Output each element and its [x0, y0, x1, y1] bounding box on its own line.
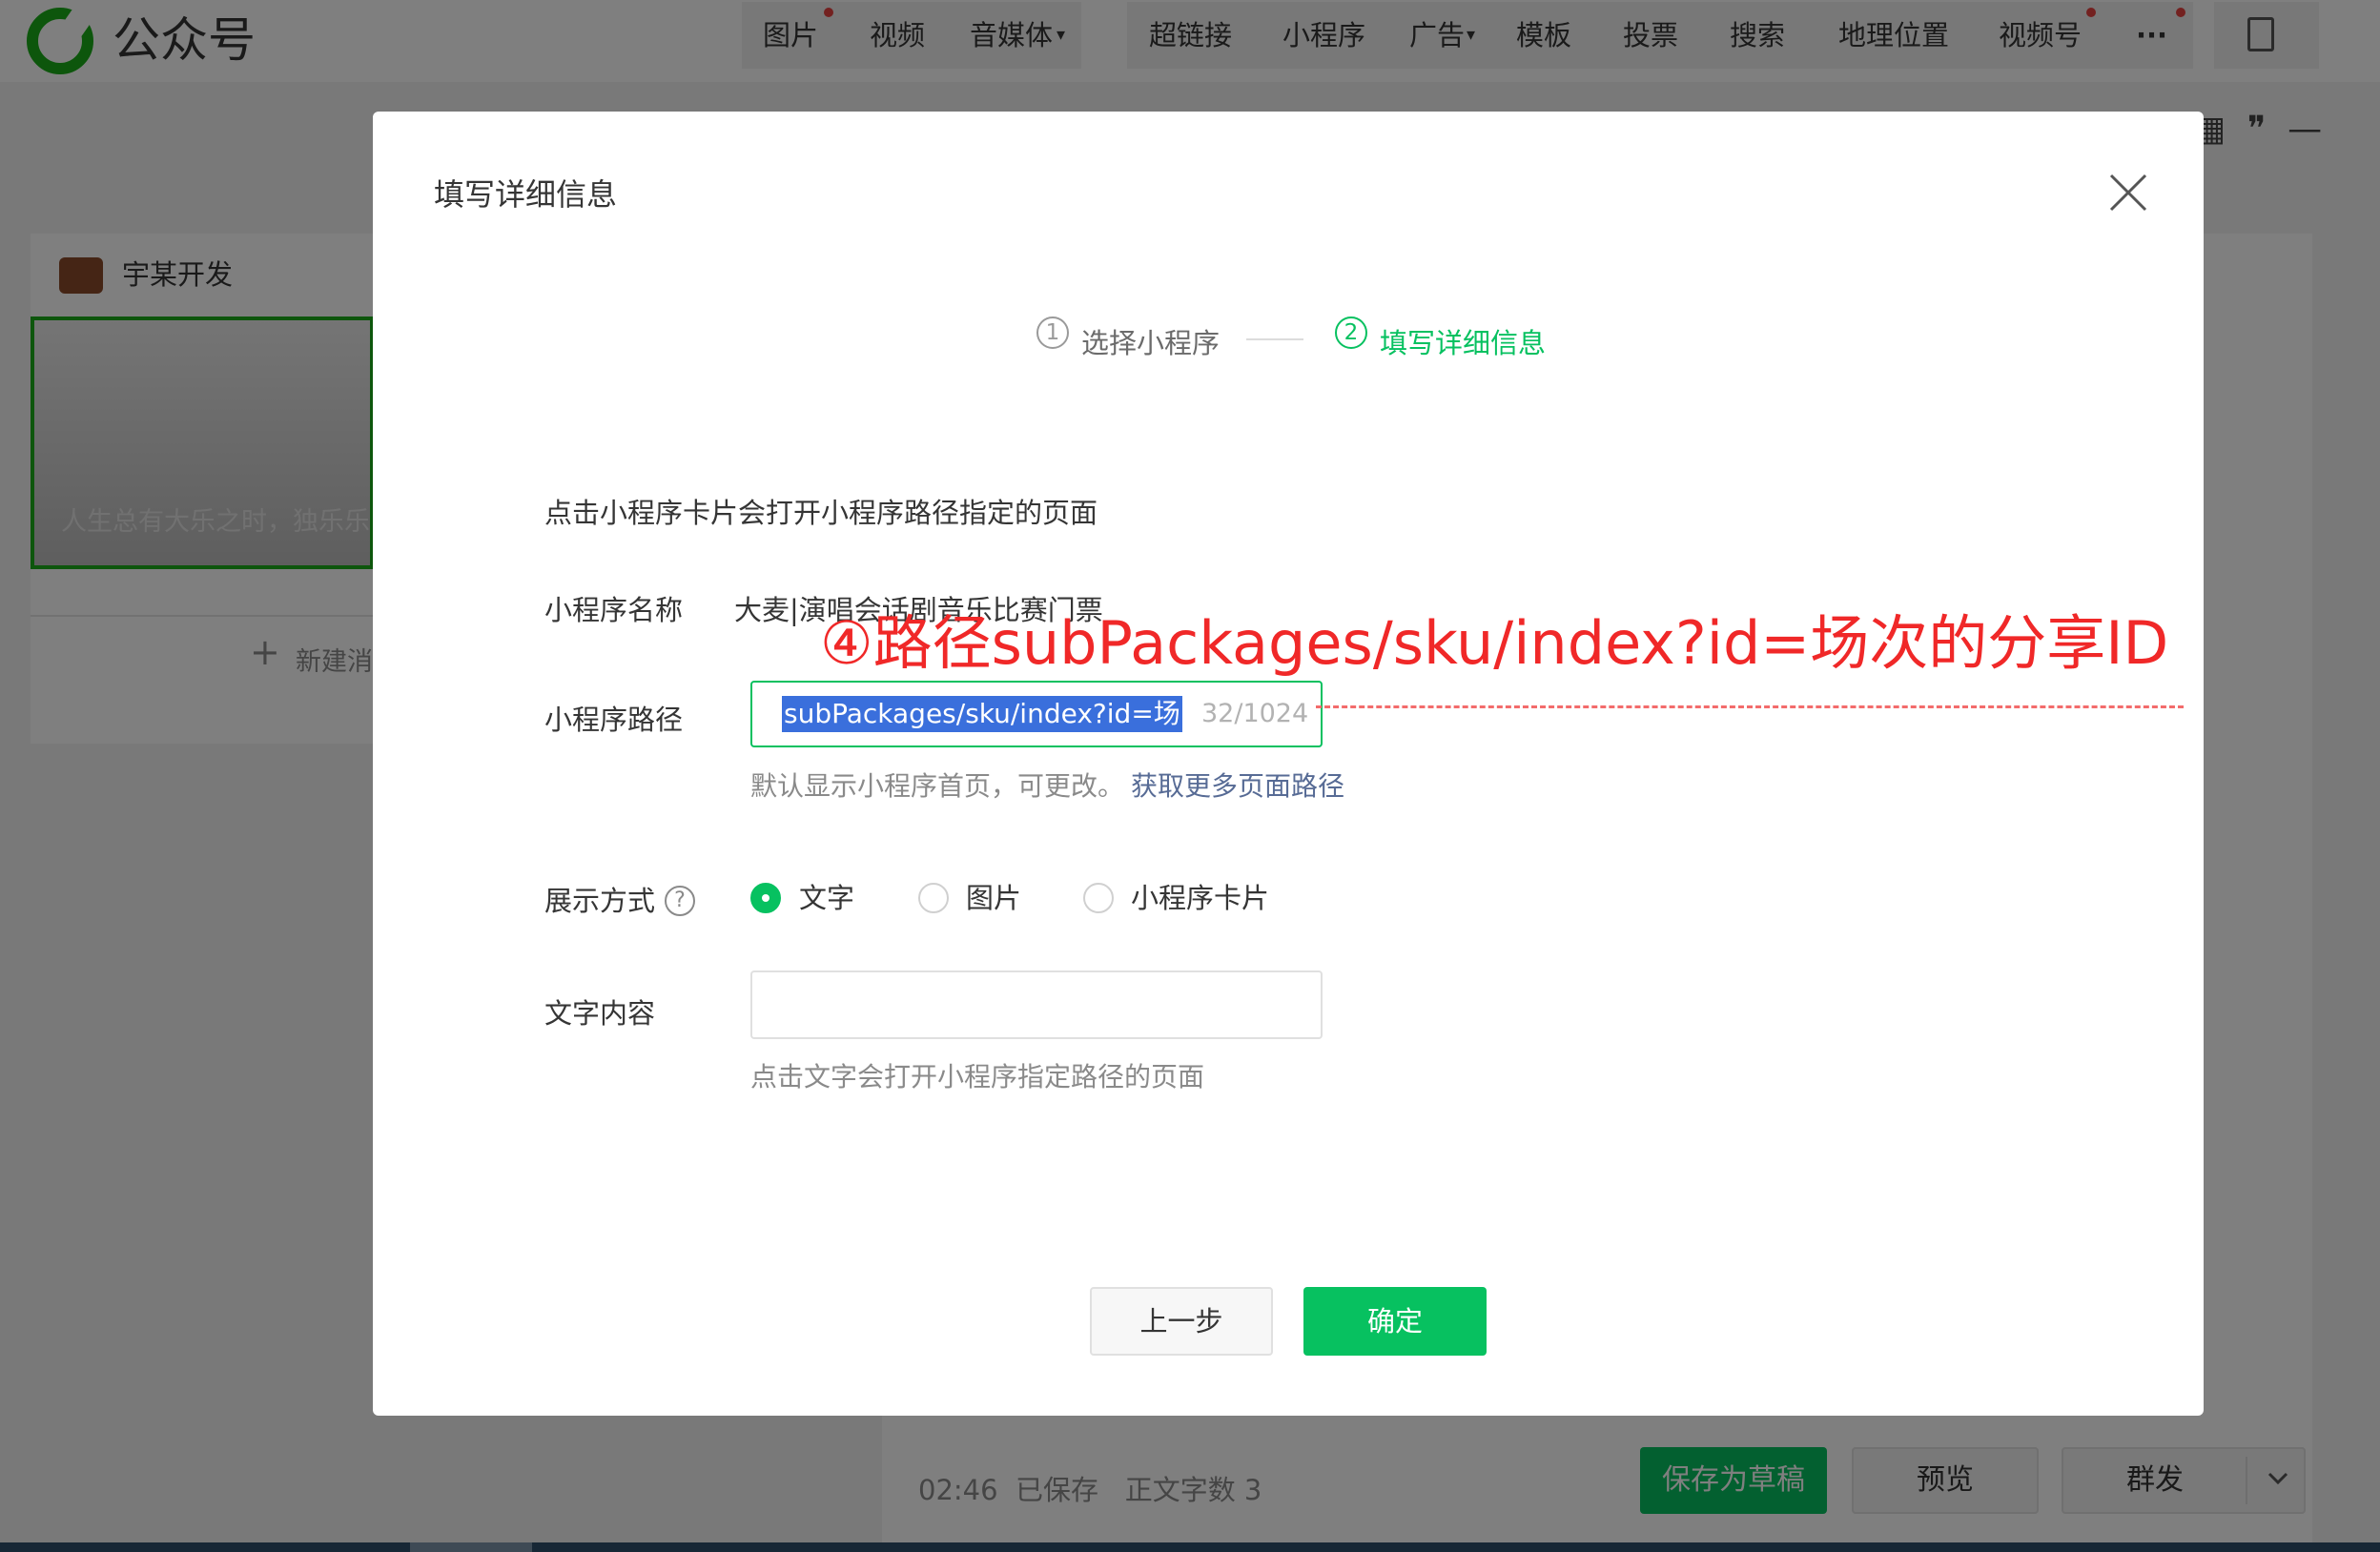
path-label: 小程序路径	[544, 704, 684, 736]
radio-text[interactable]	[750, 883, 781, 913]
radio-image-label[interactable]: 图片	[966, 879, 1021, 917]
dialog-title: 填写详细信息	[434, 176, 618, 213]
content-label: 文字内容	[544, 997, 656, 1030]
radio-text-label[interactable]: 文字	[799, 879, 854, 917]
name-label: 小程序名称	[544, 594, 684, 626]
content-input[interactable]	[750, 970, 1323, 1039]
annotation-dashes	[1316, 705, 2184, 708]
content-hint: 点击文字会打开小程序指定路径的页面	[750, 1061, 1205, 1093]
path-input-value[interactable]: subPackages/sku/index?id=场	[782, 696, 1182, 732]
dialog-intro: 点击小程序卡片会打开小程序路径指定的页面	[544, 497, 1098, 529]
path-hint: 默认显示小程序首页，可更改。	[750, 770, 1125, 802]
display-label: 展示方式	[544, 885, 656, 917]
close-icon[interactable]	[2103, 168, 2153, 217]
radio-image[interactable]	[918, 883, 949, 913]
step-1-label: 选择小程序	[1081, 327, 1221, 359]
tutorial-annotation: ④路径subPackages/sku/index?id=场次的分享ID	[820, 608, 2169, 678]
path-char-count: 32/1024	[1201, 699, 1309, 728]
radio-card-label[interactable]: 小程序卡片	[1131, 879, 1269, 917]
radio-card[interactable]	[1083, 883, 1114, 913]
step-connector	[1246, 338, 1303, 340]
step-2-label: 填写详细信息	[1380, 327, 1547, 359]
step-2-number: 2	[1335, 317, 1367, 349]
help-icon[interactable]: ?	[665, 886, 695, 916]
more-paths-link[interactable]: 获取更多页面路径	[1131, 767, 1344, 806]
confirm-button[interactable]: 确定	[1303, 1287, 1487, 1356]
step-1-number: 1	[1036, 317, 1069, 349]
miniprogram-dialog	[373, 112, 2204, 1416]
previous-step-button[interactable]: 上一步	[1090, 1287, 1273, 1356]
